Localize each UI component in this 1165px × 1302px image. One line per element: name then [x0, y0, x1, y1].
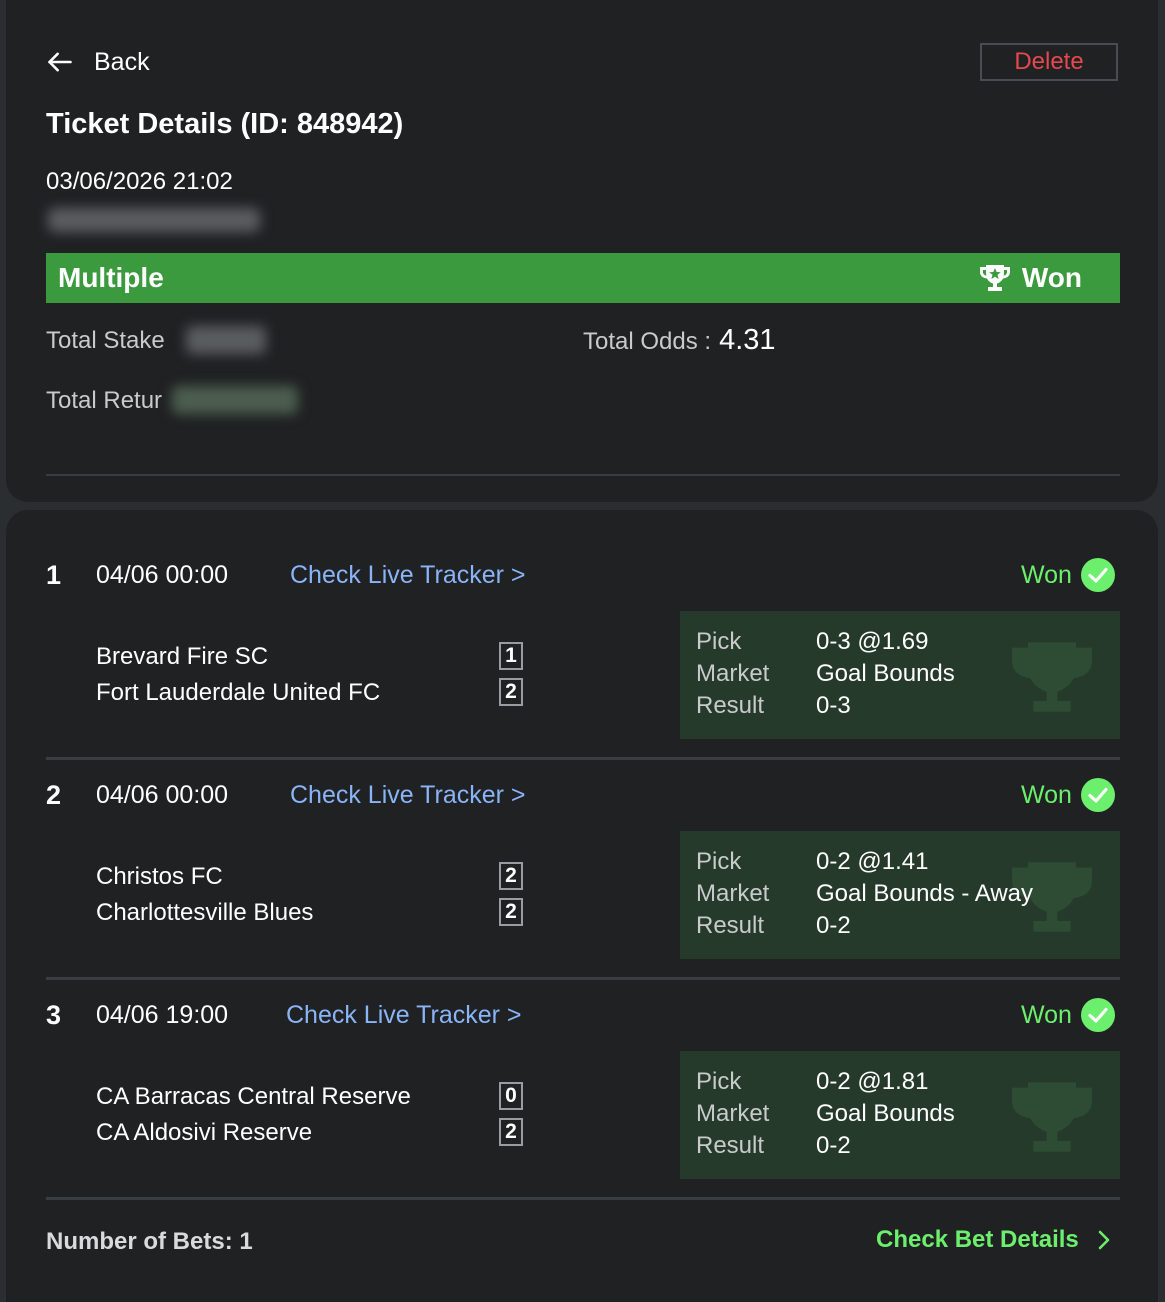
market-label: Market: [696, 660, 770, 687]
away-score: 2: [499, 678, 523, 706]
selection-number: 1: [46, 560, 62, 590]
pick-label: Pick: [696, 628, 742, 655]
result-label: Result: [696, 692, 765, 719]
pick-panel: Pick 0-2 @1.41 Market Goal Bounds - Away…: [680, 831, 1120, 959]
check-bet-details-link[interactable]: Check Bet Details: [876, 1226, 1115, 1254]
selection-number: 2: [46, 780, 62, 810]
away-score: 2: [499, 898, 523, 926]
market-label: Market: [696, 880, 770, 907]
market-value: Goal Bounds: [816, 660, 955, 687]
home-team: CA Barracas Central Reserve: [96, 1083, 411, 1110]
total-stake-label: Total Stake: [46, 327, 165, 354]
total-odds: Total Odds : 4.31: [583, 324, 776, 357]
pick-value: 0-2 @1.41: [816, 848, 929, 875]
summary-divider: [46, 474, 1120, 476]
selection-status-label: Won: [1021, 780, 1072, 809]
home-score: 0: [499, 1082, 523, 1110]
back-button[interactable]: Back: [46, 44, 150, 80]
selection-status: Won: [1021, 997, 1116, 1033]
live-tracker-link[interactable]: Check Live Tracker >: [290, 781, 526, 810]
banner-status-label: Won: [1021, 262, 1082, 293]
trophy-watermark-icon: [1012, 642, 1092, 712]
live-tracker-link[interactable]: Check Live Tracker >: [290, 561, 526, 590]
pick-label: Pick: [696, 848, 742, 875]
selection-time: 04/06 00:00: [96, 561, 229, 589]
market-label: Market: [696, 1100, 770, 1127]
selection-time: 04/06 19:00: [96, 1001, 229, 1029]
home-score: 1: [499, 642, 523, 670]
selection-status-label: Won: [1021, 1000, 1072, 1029]
redacted-info: [48, 208, 260, 232]
selection-status-label: Won: [1021, 560, 1072, 589]
banner-status: Won: [978, 262, 1082, 294]
live-tracker-link[interactable]: Check Live Tracker >: [286, 1001, 522, 1030]
delete-button[interactable]: Delete: [980, 43, 1118, 81]
pick-value: 0-2 @1.81: [816, 1068, 929, 1095]
selection-status: Won: [1021, 777, 1116, 813]
selection-status: Won: [1021, 557, 1116, 593]
pick-value: 0-3 @1.69: [816, 628, 929, 655]
check-circle-icon: [1080, 558, 1115, 592]
away-team: CA Aldosivi Reserve: [96, 1119, 313, 1146]
total-odds-value: 4.31: [719, 324, 776, 356]
bet-type-label: Multiple: [58, 262, 164, 293]
result-label: Result: [696, 912, 765, 939]
bets-count: Number of Bets: 1: [46, 1228, 253, 1255]
total-odds-label: Total Odds :: [583, 328, 712, 355]
trophy-icon: [979, 265, 1010, 291]
total-return-label: Total Retur: [46, 387, 163, 414]
selection-number: 3: [46, 1000, 62, 1030]
selection-divider: [46, 1197, 1120, 1200]
market-value: Goal Bounds - Away: [816, 880, 1034, 907]
arrow-left-icon: [48, 52, 72, 72]
result-value: 0-3: [816, 692, 851, 719]
result-banner: Multiple Won: [46, 253, 1120, 303]
check-bet-details-label: Check Bet Details: [876, 1226, 1079, 1253]
away-score: 2: [499, 1118, 523, 1146]
chevron-right-icon: [1098, 1230, 1110, 1250]
pick-panel: Pick 0-3 @1.69 Market Goal Bounds Result…: [680, 611, 1120, 739]
page-title: Ticket Details (ID: 848942): [46, 108, 404, 140]
result-value: 0-2: [816, 912, 851, 939]
home-team: Brevard Fire SC: [96, 643, 269, 670]
total-stake-redacted: [186, 326, 266, 354]
home-team: Christos FC: [96, 863, 223, 890]
result-label: Result: [696, 1132, 765, 1159]
total-return-redacted: [172, 386, 298, 414]
selection-time: 04/06 00:00: [96, 781, 229, 809]
pick-label: Pick: [696, 1068, 742, 1095]
check-circle-icon: [1080, 778, 1115, 812]
selection-divider: [46, 977, 1120, 980]
selection-divider: [46, 757, 1120, 760]
back-label: Back: [94, 47, 150, 76]
result-value: 0-2: [816, 1132, 851, 1159]
home-score: 2: [499, 862, 523, 890]
market-value: Goal Bounds: [816, 1100, 955, 1127]
check-circle-icon: [1080, 998, 1115, 1032]
ticket-datetime: 03/06/2026 21:02: [46, 168, 233, 195]
away-team: Fort Lauderdale United FC: [96, 679, 381, 706]
pick-panel: Pick 0-2 @1.81 Market Goal Bounds Result…: [680, 1051, 1120, 1179]
trophy-watermark-icon: [1012, 1082, 1092, 1152]
away-team: Charlottesville Blues: [96, 899, 314, 926]
